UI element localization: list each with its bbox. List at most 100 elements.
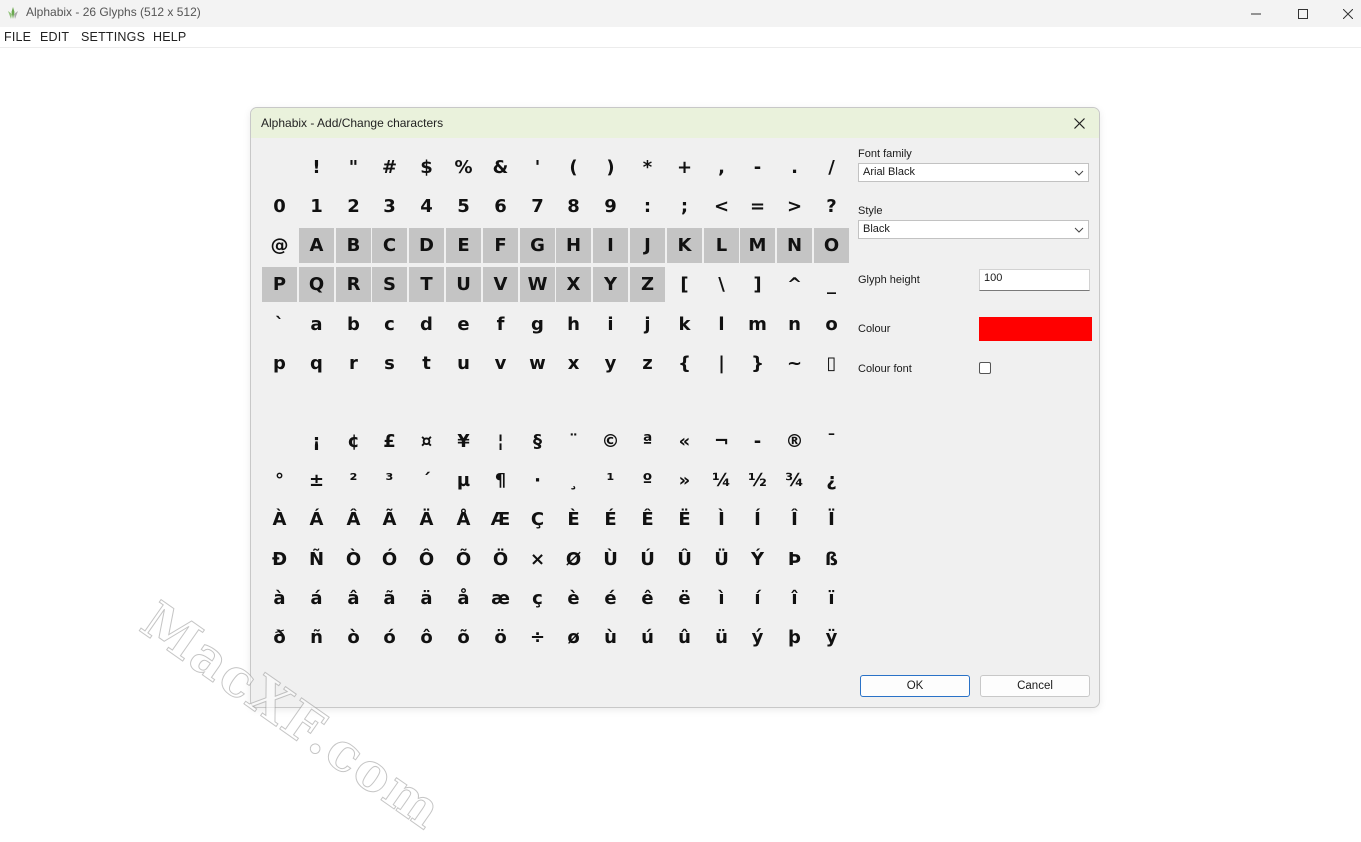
colour-font-checkbox[interactable] (979, 362, 991, 374)
glyph-cell[interactable]: . (777, 150, 812, 185)
glyph-cell[interactable]: ² (336, 463, 371, 498)
glyph-cell[interactable]: ç (520, 581, 555, 616)
glyph-cell[interactable]: ³ (372, 463, 407, 498)
glyph-cell[interactable]: G (520, 228, 555, 263)
glyph-cell[interactable]: ? (814, 189, 849, 224)
glyph-cell[interactable]: y (593, 346, 628, 381)
glyph-cell[interactable]: Ù (593, 542, 628, 577)
glyph-cell[interactable]: ¨ (556, 424, 591, 459)
ok-button[interactable]: OK (860, 675, 970, 697)
glyph-cell[interactable]: s (372, 346, 407, 381)
glyph-cell[interactable] (262, 150, 297, 185)
font-family-select[interactable]: Arial Black (858, 163, 1089, 182)
glyph-cell[interactable]: c (372, 307, 407, 342)
menu-settings[interactable]: SETTINGS (81, 30, 145, 44)
glyph-cell[interactable]: ÿ (814, 620, 849, 655)
glyph-cell[interactable]: w (520, 346, 555, 381)
glyph-cell[interactable] (262, 424, 297, 459)
glyph-cell[interactable]: Ñ (299, 542, 334, 577)
glyph-cell[interactable]: I (593, 228, 628, 263)
glyph-cell[interactable]: ; (667, 189, 702, 224)
close-window-button[interactable] (1325, 0, 1361, 27)
glyph-cell[interactable]: ® (777, 424, 812, 459)
glyph-cell[interactable]: Í (740, 502, 775, 537)
glyph-cell[interactable]: Û (667, 542, 702, 577)
glyph-cell[interactable]: ' (520, 150, 555, 185)
glyph-cell[interactable]: º (630, 463, 665, 498)
glyph-cell[interactable]: ° (262, 463, 297, 498)
glyph-cell[interactable]: Ð (262, 542, 297, 577)
glyph-cell[interactable]: i (593, 307, 628, 342)
glyph-cell[interactable]: Â (336, 502, 371, 537)
glyph-cell[interactable]: æ (483, 581, 518, 616)
glyph-cell[interactable]: Q (299, 267, 334, 302)
glyph-cell[interactable]: d (409, 307, 444, 342)
glyph-cell[interactable]: ¹ (593, 463, 628, 498)
glyph-cell[interactable]: > (777, 189, 812, 224)
glyph-cell[interactable]: < (704, 189, 739, 224)
glyph-cell[interactable]: ½ (740, 463, 775, 498)
glyph-cell[interactable]: ( (556, 150, 591, 185)
glyph-cell[interactable]: ð (262, 620, 297, 655)
glyph-cell[interactable]: È (556, 502, 591, 537)
glyph-cell[interactable]: · (520, 463, 555, 498)
glyph-cell[interactable]: þ (777, 620, 812, 655)
glyph-cell[interactable]: ´ (409, 463, 444, 498)
glyph-cell[interactable]: K (667, 228, 702, 263)
glyph-cell[interactable]: ¾ (777, 463, 812, 498)
glyph-cell[interactable]: Ý (740, 542, 775, 577)
glyph-cell[interactable]: L (704, 228, 739, 263)
cancel-button[interactable]: Cancel (980, 675, 1090, 697)
glyph-cell[interactable]: ¶ (483, 463, 518, 498)
glyph-cell[interactable]: ~ (777, 346, 812, 381)
glyph-cell[interactable]: a (299, 307, 334, 342)
glyph-cell[interactable]: p (262, 346, 297, 381)
glyph-cell[interactable]: U (446, 267, 481, 302)
menu-help[interactable]: HELP (153, 30, 186, 44)
glyph-cell[interactable]: j (630, 307, 665, 342)
glyph-cell[interactable]: t (409, 346, 444, 381)
glyph-cell[interactable]: * (630, 150, 665, 185)
glyph-cell[interactable]: - (740, 150, 775, 185)
glyph-cell[interactable]: b (336, 307, 371, 342)
glyph-cell[interactable]: # (372, 150, 407, 185)
glyph-cell[interactable]: é (593, 581, 628, 616)
glyph-cell[interactable]: Ê (630, 502, 665, 537)
glyph-cell[interactable]: 9 (593, 189, 628, 224)
glyph-cell[interactable]: î (777, 581, 812, 616)
glyph-cell[interactable]: è (556, 581, 591, 616)
glyph-cell[interactable]: ¼ (704, 463, 739, 498)
glyph-cell[interactable]: ` (262, 307, 297, 342)
glyph-cell[interactable]: × (520, 542, 555, 577)
glyph-cell[interactable]: ¦ (483, 424, 518, 459)
glyph-cell[interactable]: § (520, 424, 555, 459)
glyph-cell[interactable]: ▯ (814, 346, 849, 381)
colour-swatch[interactable] (979, 317, 1092, 341)
glyph-cell[interactable]: W (520, 267, 555, 302)
glyph-cell[interactable]: ! (299, 150, 334, 185)
glyph-cell[interactable]: Æ (483, 502, 518, 537)
maximize-button[interactable] (1280, 0, 1326, 27)
glyph-cell[interactable]: à (262, 581, 297, 616)
glyph-cell[interactable]: k (667, 307, 702, 342)
glyph-cell[interactable]: 6 (483, 189, 518, 224)
glyph-cell[interactable]: 4 (409, 189, 444, 224)
glyph-cell[interactable]: Á (299, 502, 334, 537)
glyph-cell[interactable]: á (299, 581, 334, 616)
glyph-cell[interactable]: : (630, 189, 665, 224)
glyph-cell[interactable]: 5 (446, 189, 481, 224)
glyph-cell[interactable]: ì (704, 581, 739, 616)
glyph-cell[interactable]: ý (740, 620, 775, 655)
glyph-cell[interactable]: À (262, 502, 297, 537)
glyph-cell[interactable]: Ó (372, 542, 407, 577)
glyph-cell[interactable]: l (704, 307, 739, 342)
glyph-cell[interactable]: Þ (777, 542, 812, 577)
glyph-cell[interactable]: / (814, 150, 849, 185)
glyph-cell[interactable]: û (667, 620, 702, 655)
glyph-cell[interactable]: g (520, 307, 555, 342)
glyph-cell[interactable]: + (667, 150, 702, 185)
glyph-cell[interactable]: Î (777, 502, 812, 537)
glyph-cell[interactable]: 0 (262, 189, 297, 224)
glyph-cell[interactable]: { (667, 346, 702, 381)
glyph-cell[interactable]: Ú (630, 542, 665, 577)
